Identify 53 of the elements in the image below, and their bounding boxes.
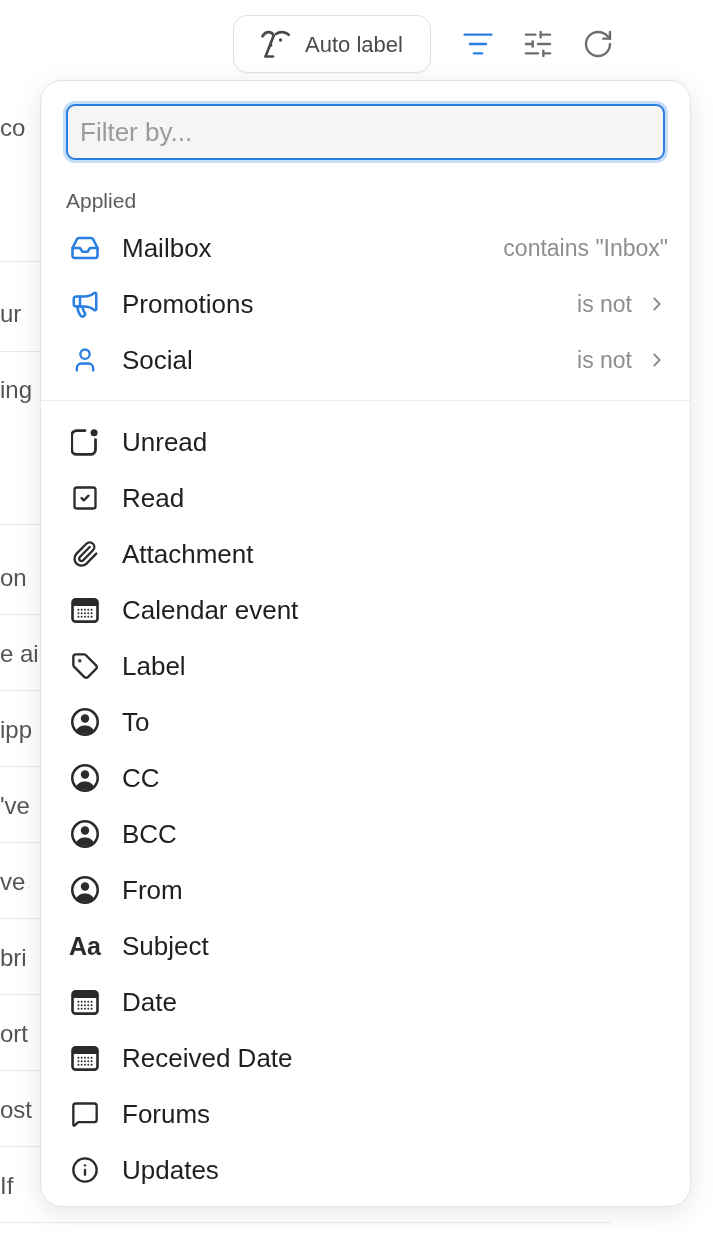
- user-circle-icon: [71, 764, 99, 792]
- user-circle-icon: [71, 708, 99, 736]
- text-glyph-icon: Aa: [69, 933, 101, 959]
- condition-text: is not: [577, 345, 632, 375]
- menu-item[interactable]: To: [41, 694, 690, 750]
- menu-item[interactable]: Forums: [41, 1086, 690, 1142]
- message-snippet: ost: [0, 1095, 32, 1125]
- square-dot-icon: [71, 428, 99, 456]
- message-snippet: e ai: [0, 639, 39, 669]
- calendar-icon: [71, 989, 99, 1015]
- user-circle-icon: [71, 876, 99, 904]
- menu-item[interactable]: Label: [41, 638, 690, 694]
- auto-label-button[interactable]: Auto label: [233, 15, 431, 73]
- message-snippet: ipp: [0, 715, 33, 745]
- message-snippet: ort: [0, 1019, 28, 1049]
- sliders-icon: [522, 28, 554, 60]
- calendar-icon: [71, 1045, 99, 1071]
- menu-item[interactable]: Aa Subject: [41, 918, 690, 974]
- refresh-icon: [582, 28, 614, 60]
- section-heading: Applied: [65, 188, 137, 214]
- checkbox-icon: [71, 484, 99, 512]
- info-icon: [71, 1156, 99, 1184]
- calendar-icon: [71, 597, 99, 623]
- message-snippet: bri: [0, 943, 27, 973]
- message-snippet: ing: [0, 375, 33, 405]
- menu-item[interactable]: Date: [41, 974, 690, 1030]
- menu-item[interactable]: Updates: [41, 1142, 690, 1198]
- filter-input[interactable]: Filter by...: [63, 101, 668, 163]
- tag-icon: [71, 652, 99, 680]
- menu-item[interactable]: Received Date: [41, 1030, 690, 1086]
- menu-item[interactable]: From: [41, 862, 690, 918]
- menu-item[interactable]: BCC: [41, 806, 690, 862]
- applied-filter-item[interactable]: Social is not: [41, 332, 690, 388]
- menu-item[interactable]: Attachment: [41, 526, 690, 582]
- menu-item[interactable]: Unread: [41, 414, 690, 470]
- condition-text: is not: [577, 289, 632, 319]
- squiggle-icon: [261, 29, 292, 59]
- message-snippet: If: [0, 1171, 14, 1201]
- message-snippet: ve: [0, 867, 26, 897]
- user-circle-icon: [71, 820, 99, 848]
- applied-filter-item[interactable]: Mailbox contains "Inbox": [41, 220, 690, 276]
- message-snippet: 've: [0, 791, 30, 821]
- applied-filter-item[interactable]: Promotions is not: [41, 276, 690, 332]
- message-snippet: on: [0, 563, 27, 593]
- menu-item[interactable]: Read: [41, 470, 690, 526]
- condition-text: contains "Inbox": [503, 233, 668, 263]
- paperclip-icon: [71, 540, 99, 568]
- megaphone-icon: [70, 289, 100, 319]
- message-snippet: co: [0, 113, 26, 143]
- menu-item[interactable]: CC: [41, 750, 690, 806]
- message-snippet: ur: [0, 299, 22, 329]
- speech-bubble-icon: [71, 1100, 99, 1128]
- menu-item[interactable]: Calendar event: [41, 582, 690, 638]
